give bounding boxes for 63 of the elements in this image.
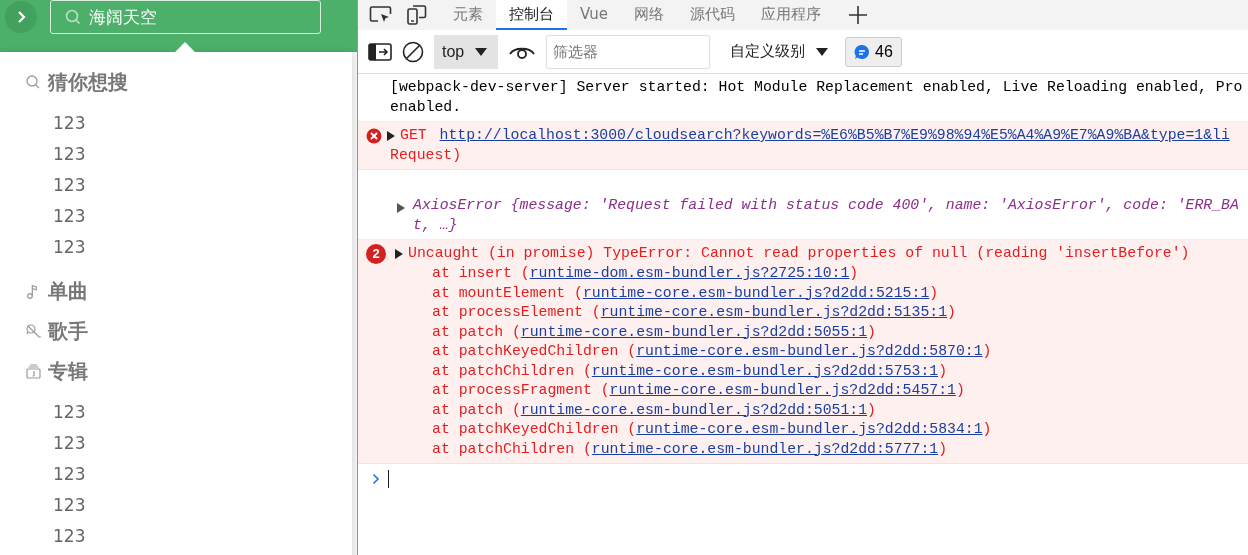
source-link[interactable]: runtime-core.esm-bundler.js?d2dd:5457:1 xyxy=(609,382,956,398)
section-title: 歌手 xyxy=(48,317,88,345)
stack-frame-text: ) xyxy=(955,382,965,398)
suggestion-item[interactable]: 123 xyxy=(0,170,352,201)
url-link[interactable]: http://localhost:3000/cloudsearch?keywords=%E6%B5%B7%E9%98%94%E5%A4%A9%E7%A9%BA&type=1&li xyxy=(439,126,1230,146)
log-text: [webpack-dev-server] Server started: Hot Module Replacement enabled, Live Reloading enabled, Pro xyxy=(390,78,1244,97)
log-text: GET xyxy=(400,126,428,145)
stack-frame-text: at patchChildren ( xyxy=(432,362,592,379)
suggestion-item[interactable]: 123 xyxy=(0,232,352,263)
suggestion-item[interactable]: 123 xyxy=(0,397,352,428)
stack-frame-text: ) xyxy=(982,343,992,359)
source-link[interactable]: runtime-core.esm-bundler.js?d2dd:5215:1 xyxy=(582,284,930,301)
stack-frame-text: ) xyxy=(929,284,939,301)
stack-frame-text: at patchKeyedChildren ( xyxy=(432,421,637,437)
stack-frame-text: ) xyxy=(867,323,876,340)
section-title: 猜你想搜 xyxy=(48,68,128,96)
source-link[interactable]: runtime-core.esm-bundler.js?d2dd:5135:1 xyxy=(600,304,948,320)
source-link[interactable]: runtime-core.esm-bundler.js?d2dd:5753:1 xyxy=(591,362,939,379)
section-title: 专辑 xyxy=(48,357,88,385)
source-link[interactable]: runtime-core.esm-bundler.js?d2dd:5777:1 xyxy=(591,440,939,457)
source-link[interactable]: runtime-core.esm-bundler.js?d2dd:5834:1 xyxy=(636,421,983,437)
source-link[interactable]: runtime-dom.esm-bundler.js?2725:10:1 xyxy=(529,265,850,281)
source-link[interactable]: runtime-core.esm-bundler.js?d2dd:5051:1 xyxy=(520,401,868,418)
stack-frame-text: at processElement ( xyxy=(432,304,601,320)
source-link[interactable]: runtime-core.esm-bundler.js?d2dd:5870:1 xyxy=(636,343,983,359)
suggestion-item[interactable]: 123 xyxy=(0,428,352,459)
stack-frame-text: at mountElement ( xyxy=(432,284,583,301)
count-badge: 2 xyxy=(366,244,386,264)
log-level-dropdown[interactable]: 自定义级别 xyxy=(724,41,835,62)
source-link[interactable]: runtime-core.esm-bundler.js?d2dd:5055:1 xyxy=(520,323,868,340)
stack-frame-text: ) xyxy=(938,440,948,457)
devtools-tab[interactable]: 网络 xyxy=(621,0,677,30)
devtools-tab[interactable]: 控制台 xyxy=(496,0,567,30)
stack-frame-text: at patchKeyedChildren ( xyxy=(432,343,637,359)
devtools-tab[interactable]: 应用程序 xyxy=(748,0,834,30)
suggestion-item[interactable]: 123 xyxy=(0,459,352,490)
stack-frame-text: at processFragment ( xyxy=(432,382,610,398)
error-text: Uncaught (in promise) TypeError: Cannot read properties of null (reading 'insertBefore') xyxy=(408,244,1190,264)
object-text: AxiosError {message: 'Request failed with status code 400', name: 'AxiosError', code: 'ERR_BA xyxy=(413,196,1239,215)
object-text: t, …} xyxy=(413,215,459,235)
stack-frame-text: at insert ( xyxy=(432,265,530,281)
suggestion-item[interactable]: 123 xyxy=(0,490,352,521)
suggestion-item[interactable]: 123 xyxy=(0,139,352,170)
suggestion-item[interactable]: 123 xyxy=(0,521,352,552)
log-text: enabled. xyxy=(390,97,463,117)
suggestion-item[interactable]: 123 xyxy=(0,201,352,232)
section-title: 单曲 xyxy=(48,277,88,305)
stack-frame-text: ) xyxy=(947,304,956,320)
stack-frame-text: ) xyxy=(867,401,876,418)
stack-frame-text: ) xyxy=(849,265,859,281)
filter-field[interactable]: 筛选器 xyxy=(546,34,710,69)
suggestion-item[interactable]: 123 xyxy=(0,108,352,139)
devtools-tab[interactable]: 元素 xyxy=(440,0,496,30)
stack-frame-text: at patchChildren ( xyxy=(432,440,592,457)
devtools-tab[interactable]: 源代码 xyxy=(677,0,748,30)
stack-frame-text: at patch ( xyxy=(432,323,521,340)
log-text: Request) xyxy=(389,145,463,165)
stack-frame-text: ) xyxy=(938,362,948,379)
stack-frame-text: ) xyxy=(982,421,992,437)
devtools-tab[interactable]: Vue xyxy=(567,0,621,30)
message-count-button[interactable]: 46 xyxy=(845,36,902,67)
context-dropdown[interactable]: top xyxy=(434,34,498,69)
stack-frame-text: at patch ( xyxy=(432,401,521,418)
